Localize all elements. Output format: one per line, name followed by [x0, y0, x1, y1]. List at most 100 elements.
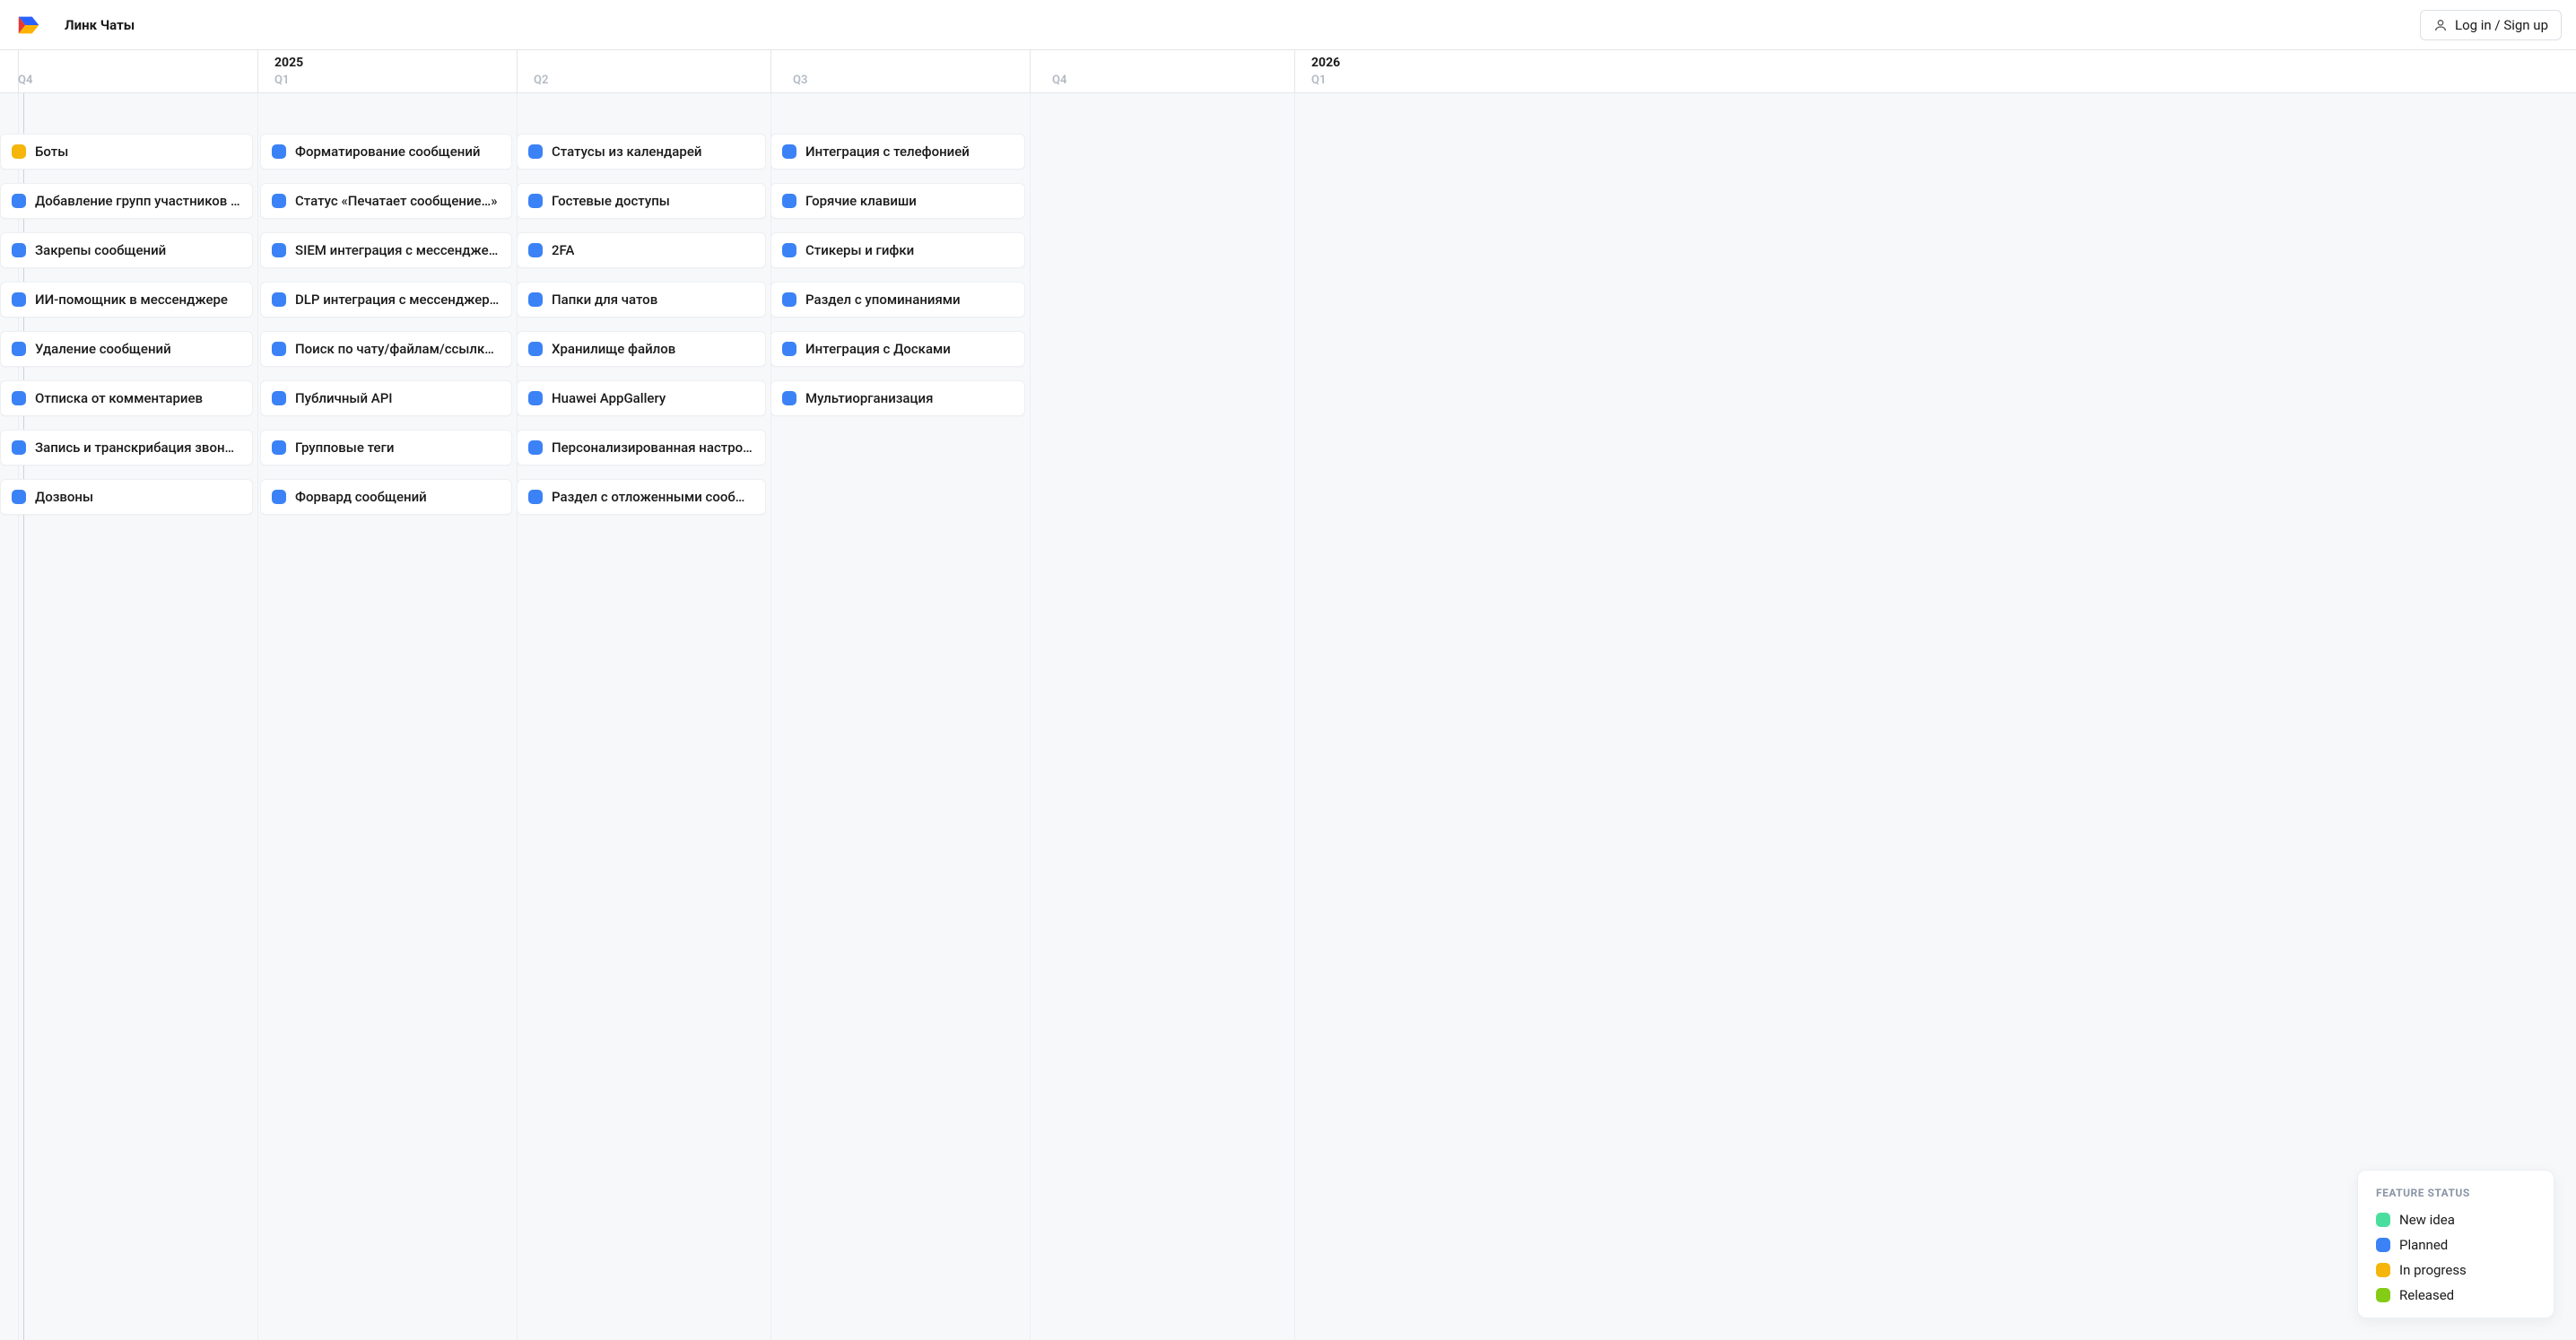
status-badge: [782, 292, 796, 307]
roadmap-card[interactable]: DLP интеграция с мессенджером: [260, 282, 512, 318]
roadmap-card[interactable]: Дозвоны: [0, 479, 253, 515]
timeline-quarter-label: Q4: [1052, 74, 1066, 87]
roadmap-card[interactable]: Горячие клавиши: [770, 183, 1025, 219]
legend-status-dot: [2376, 1263, 2390, 1277]
timeline-year-label: 2025: [274, 56, 303, 70]
roadmap-card[interactable]: Форматирование сообщений: [260, 134, 512, 170]
legend-status-dot: [2376, 1213, 2390, 1227]
card-label: Мультиорганизация: [805, 390, 933, 406]
card-label: Гостевые доступы: [552, 193, 670, 209]
status-badge: [12, 342, 26, 356]
status-badge: [782, 144, 796, 159]
card-label: Форвард сообщений: [295, 489, 427, 505]
legend-label: Planned: [2399, 1237, 2448, 1253]
roadmap-card[interactable]: Персонализированная настрой…: [517, 430, 766, 466]
status-badge: [12, 243, 26, 257]
app-title: Линк Чаты: [65, 17, 135, 33]
status-badge: [12, 490, 26, 504]
today-line: [23, 93, 24, 1340]
roadmap-card[interactable]: Отписка от комментариев: [0, 380, 253, 416]
roadmap-card[interactable]: Запись и транскрибация звонков: [0, 430, 253, 466]
roadmap-card[interactable]: Интеграция с телефонией: [770, 134, 1025, 170]
roadmap-card[interactable]: Huawei AppGallery: [517, 380, 766, 416]
roadmap-card[interactable]: Статус «Печатает сообщение…»: [260, 183, 512, 219]
legend-label: Released: [2399, 1287, 2454, 1303]
roadmap-card[interactable]: Закрепы сообщений: [0, 232, 253, 268]
timeline-quarter-label: Q4: [18, 74, 32, 87]
login-button[interactable]: Log in / Sign up: [2420, 10, 2562, 40]
legend-title: FEATURE STATUS: [2376, 1187, 2536, 1199]
status-badge: [528, 342, 543, 356]
card-label: 2FA: [552, 242, 574, 258]
roadmap-card[interactable]: Форвард сообщений: [260, 479, 512, 515]
roadmap-card[interactable]: Групповые теги: [260, 430, 512, 466]
status-badge: [782, 194, 796, 208]
legend-row: New idea: [2376, 1212, 2536, 1228]
timeline-header: 20252026Q4Q1Q2Q3Q4Q1: [0, 50, 2576, 93]
card-label: Дозвоны: [35, 489, 93, 505]
status-badge: [272, 391, 286, 405]
card-label: Запись и транскрибация звонков: [35, 439, 241, 456]
card-label: Стикеры и гифки: [805, 242, 914, 258]
legend-label: In progress: [2399, 1262, 2467, 1278]
card-label: Статус «Печатает сообщение…»: [295, 193, 497, 209]
roadmap-card[interactable]: Раздел с упоминаниями: [770, 282, 1025, 318]
roadmap-card[interactable]: Раздел с отложенными сообще…: [517, 479, 766, 515]
user-icon: [2433, 18, 2448, 32]
roadmap-card[interactable]: Боты: [0, 134, 253, 170]
card-label: Huawei AppGallery: [552, 390, 666, 406]
status-badge: [272, 194, 286, 208]
legend-panel: FEATURE STATUS New idea Planned In progres…: [2357, 1170, 2554, 1318]
status-badge: [528, 144, 543, 159]
board-gridline: [770, 93, 771, 1340]
board-gridline: [1030, 93, 1031, 1340]
app-logo: [14, 11, 43, 39]
legend-row: In progress: [2376, 1262, 2536, 1278]
timeline-year-label: 2026: [1311, 56, 1340, 70]
card-label: Горячие клавиши: [805, 193, 917, 209]
roadmap-card[interactable]: Папки для чатов: [517, 282, 766, 318]
timeline-gridline: [257, 50, 258, 92]
status-badge: [272, 243, 286, 257]
status-badge: [272, 490, 286, 504]
status-badge: [272, 342, 286, 356]
status-badge: [528, 292, 543, 307]
roadmap-card[interactable]: Стикеры и гифки: [770, 232, 1025, 268]
card-label: Раздел с отложенными сообще…: [552, 489, 754, 505]
roadmap-card[interactable]: Публичный API: [260, 380, 512, 416]
roadmap-card[interactable]: ИИ-помощник в мессенджере: [0, 282, 253, 318]
status-badge: [12, 194, 26, 208]
card-label: Папки для чатов: [552, 291, 657, 308]
roadmap-card[interactable]: SIEM интеграция с мессенджер…: [260, 232, 512, 268]
roadmap-card[interactable]: Хранилище файлов: [517, 331, 766, 367]
status-badge: [782, 243, 796, 257]
roadmap-card[interactable]: Удаление сообщений: [0, 331, 253, 367]
roadmap-card[interactable]: Добавление групп участников в …: [0, 183, 253, 219]
roadmap-card[interactable]: Статусы из календарей: [517, 134, 766, 170]
card-label: Публичный API: [295, 390, 393, 406]
status-badge: [272, 144, 286, 159]
card-label: Форматирование сообщений: [295, 144, 481, 160]
board-gridline: [18, 93, 19, 1340]
card-label: Боты: [35, 144, 68, 160]
header: Линк Чаты Log in / Sign up: [0, 0, 2576, 50]
timeline-gridline: [1294, 50, 1295, 92]
legend-status-dot: [2376, 1288, 2390, 1302]
roadmap-card[interactable]: 2FA: [517, 232, 766, 268]
status-badge: [528, 194, 543, 208]
status-badge: [12, 391, 26, 405]
roadmap-card[interactable]: Поиск по чату/файлам/ссылкам: [260, 331, 512, 367]
header-left: Линк Чаты: [14, 11, 135, 39]
roadmap-card[interactable]: Гостевые доступы: [517, 183, 766, 219]
timeline-gridline: [517, 50, 518, 92]
status-badge: [528, 391, 543, 405]
card-label: Закрепы сообщений: [35, 242, 166, 258]
roadmap-card[interactable]: Интеграция с Досками: [770, 331, 1025, 367]
status-badge: [12, 440, 26, 455]
roadmap-board[interactable]: Боты Добавление групп участников в … Закре…: [0, 93, 2576, 1340]
timeline-gridline: [1030, 50, 1031, 92]
roadmap-card[interactable]: Мультиорганизация: [770, 380, 1025, 416]
card-label: Персонализированная настрой…: [552, 439, 754, 456]
card-label: Раздел с упоминаниями: [805, 291, 961, 308]
timeline-quarter-label: Q3: [793, 74, 807, 87]
